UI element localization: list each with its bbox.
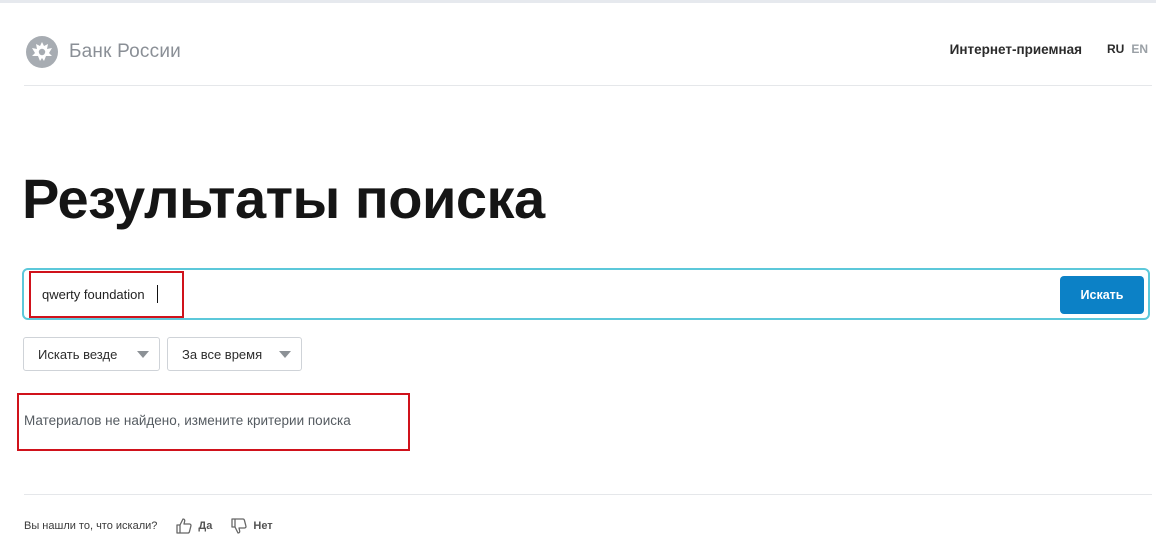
text-caret [157,285,158,303]
triangle-down-icon [137,351,149,358]
lang-ru[interactable]: RU [1107,42,1124,56]
search-input[interactable] [42,282,742,306]
feedback: Вы нашли то, что искали? Да Нет [24,517,273,535]
top-strip [0,0,1156,3]
logo-text: Банк России [69,41,181,62]
feedback-no-label: Нет [253,520,273,532]
language-switcher: RU EN [1107,42,1148,56]
scope-filter-select[interactable]: Искать везде [23,337,160,371]
lang-en[interactable]: EN [1131,42,1148,56]
triangle-down-icon [279,351,291,358]
thumbs-down-icon [231,518,247,534]
double-headed-eagle-icon [26,36,58,68]
scope-filter-value: Искать везде [38,346,118,362]
search-box: Искать [22,268,1150,320]
internet-reception-link[interactable]: Интернет-приемная [950,42,1082,57]
feedback-yes-label: Да [198,520,213,532]
feedback-question: Вы нашли то, что искали? [24,520,158,532]
empty-results-message: Материалов не найдено, измените критерии… [24,413,351,428]
header-divider [24,85,1152,86]
header: Банк России Интернет-приемная RU EN [24,30,1152,70]
footer-divider [24,494,1152,495]
logo[interactable]: Банк России [24,34,181,70]
thumbs-up-icon [176,518,193,534]
search-button[interactable]: Искать [1060,276,1144,314]
period-filter-value: За все время [182,346,263,362]
period-filter-select[interactable]: За все время [167,337,302,371]
feedback-yes-button[interactable]: Да [175,517,212,535]
feedback-no-button[interactable]: Нет [230,517,273,535]
page-title: Результаты поиска [22,167,545,230]
